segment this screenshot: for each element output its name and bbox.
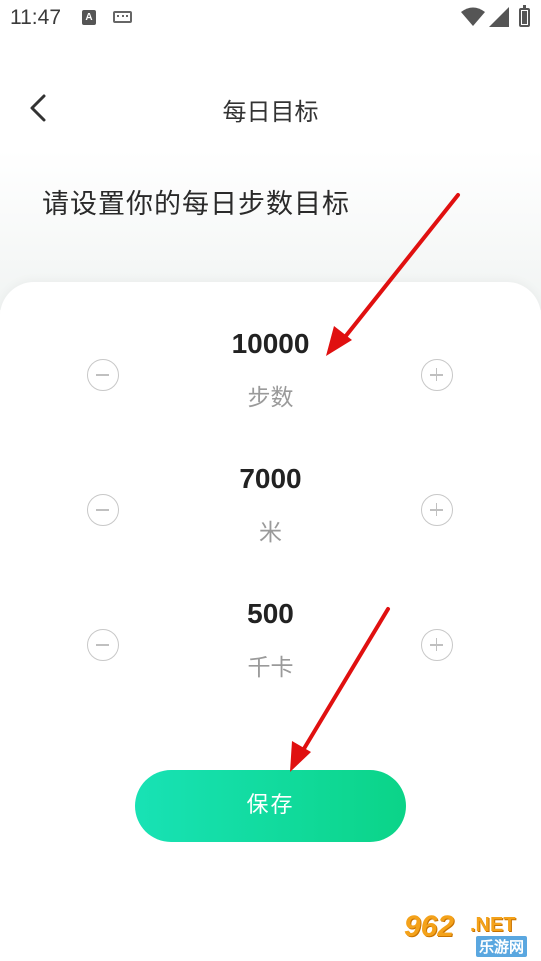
distance-goal-row: 7000 米 (0, 463, 541, 573)
signal-icon (489, 7, 509, 27)
site-watermark: 962 .NET 乐游网 (400, 910, 536, 957)
steps-goal-row: 10000 步数 (0, 328, 541, 438)
distance-goal-unit: 米 (259, 520, 282, 546)
calories-goal-value: 500 (247, 598, 294, 629)
keyboard-icon (113, 11, 132, 23)
steps-goal-unit: 步数 (247, 385, 294, 411)
status-bar: 11:47 A (0, 0, 541, 36)
steps-goal-value: 10000 (231, 328, 310, 359)
status-time: 11:47 (10, 6, 61, 29)
page-title: 每日目标 (222, 98, 319, 126)
save-button[interactable]: 保存 (135, 770, 406, 842)
calories-goal-row: 500 千卡 (0, 598, 541, 708)
watermark-number: 962 (404, 910, 455, 943)
watermark-chinese: 乐游网 (476, 936, 528, 957)
steps-increase-button[interactable] (421, 359, 453, 391)
daily-goal-screen: 11:47 A 每日目标 请设置你的每日步数目标 10000 步数 7000 米… (0, 0, 541, 961)
distance-goal-value: 7000 (239, 463, 302, 494)
goal-prompt: 请设置你的每日步数目标 (42, 189, 350, 220)
wifi-icon (461, 7, 485, 26)
calories-goal-unit: 千卡 (247, 655, 294, 681)
calories-increase-button[interactable] (421, 629, 453, 661)
distance-increase-button[interactable] (421, 494, 453, 526)
watermark-suffix: .NET (470, 914, 516, 936)
battery-icon (519, 5, 530, 27)
notification-a-icon: A (82, 10, 96, 25)
